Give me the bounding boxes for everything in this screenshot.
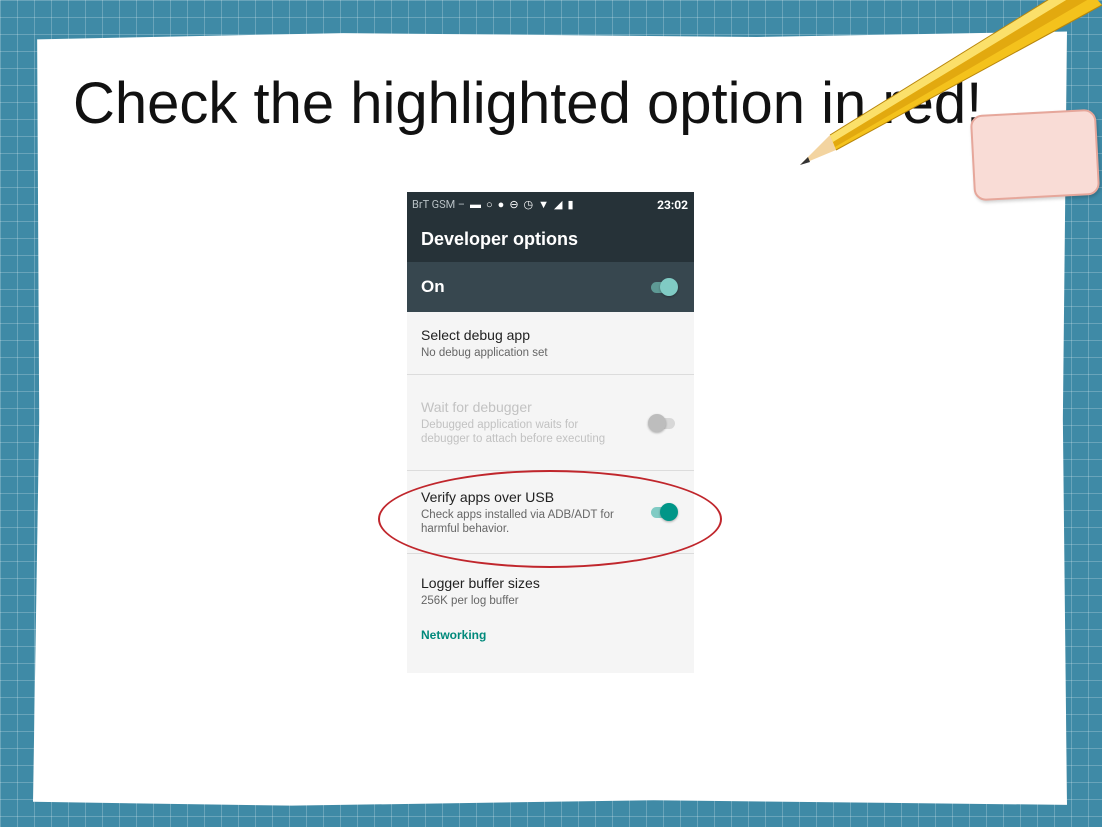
toggle-thumb: [648, 413, 666, 432]
alarm-icon: ◷: [523, 198, 534, 211]
app-bar-title: Developer options: [421, 229, 579, 249]
setting-texts: Verify apps over USB Check apps installe…: [421, 489, 648, 536]
setting-summary: Check apps installed via ADB/ADT for har…: [421, 508, 614, 535]
master-toggle[interactable]: [648, 278, 678, 296]
setting-select-debug-app[interactable]: Select debug app No debug application se…: [407, 312, 694, 375]
toggle-thumb: [660, 278, 678, 296]
status-icons: ▬ ○ ● ⊖ ◷ ▼ ◢ ▮: [470, 199, 574, 210]
setting-wait-for-debugger[interactable]: Wait for debugger Debugged application w…: [407, 375, 694, 471]
setting-texts: Logger buffer sizes 256K per log buffer: [421, 575, 678, 608]
setting-title: Wait for debugger: [421, 399, 532, 415]
setting-texts: Select debug app No debug application se…: [421, 327, 678, 360]
wait-for-debugger-toggle[interactable]: [648, 413, 678, 432]
android-icon: ●: [497, 198, 505, 211]
eraser-note-illustration: [969, 108, 1101, 202]
do-not-disturb-icon: ⊖: [509, 198, 519, 211]
setting-title: Verify apps over USB: [421, 488, 555, 505]
search-icon: ○: [486, 198, 493, 211]
verify-apps-toggle[interactable]: [648, 503, 678, 521]
setting-verify-apps-over-usb[interactable]: Verify apps over USB Check apps installe…: [407, 471, 694, 554]
setting-logger-buffer-sizes[interactable]: Logger buffer sizes 256K per log buffer: [407, 554, 694, 620]
setting-texts: Wait for debugger Debugged application w…: [421, 399, 648, 446]
carrier-label: BrT GSM — C: [412, 198, 464, 211]
master-switch-label: On: [421, 277, 445, 296]
status-bar: BrT GSM — C ▬ ○ ● ⊖ ◷ ▼ ◢ ▮ 23:02: [407, 192, 694, 217]
setting-summary: 256K per log buffer: [421, 594, 519, 607]
wifi-icon: ▼: [538, 198, 550, 211]
setting-summary: Debugged application waits for debugger …: [421, 419, 606, 445]
phone-screenshot: BrT GSM — C ▬ ○ ● ⊖ ◷ ▼ ◢ ▮ 23:02 Develo…: [407, 192, 694, 673]
message-icon: ▬: [470, 198, 481, 211]
status-time: 23:02: [657, 197, 688, 212]
app-bar: Developer options: [407, 217, 694, 262]
master-switch-bar[interactable]: On: [407, 262, 694, 312]
setting-title: Logger buffer sizes: [421, 574, 540, 591]
section-header-networking: Networking: [421, 628, 487, 642]
setting-title: Select debug app: [421, 326, 530, 343]
setting-summary: No debug application set: [421, 346, 548, 359]
battery-icon: ▮: [567, 198, 574, 211]
signal-icon: ◢: [554, 198, 563, 211]
toggle-thumb: [660, 503, 678, 521]
